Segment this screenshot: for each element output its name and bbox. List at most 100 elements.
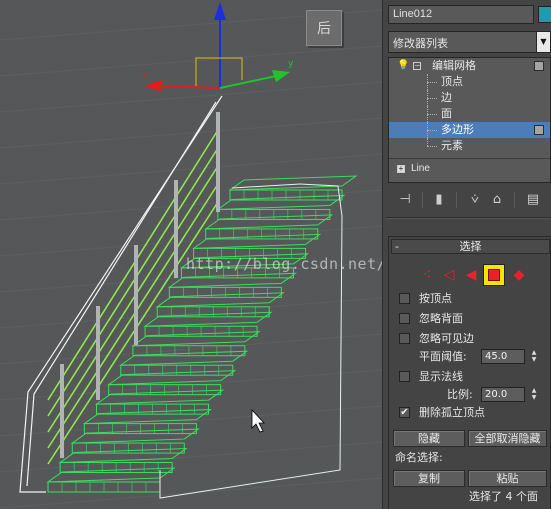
stack-item-toggle[interactable]: [534, 61, 544, 71]
subobject-level-icons: ⁖ ◁ ◀ ◆: [417, 262, 537, 288]
checkbox-box[interactable]: [399, 371, 410, 382]
copy-button[interactable]: 复制: [393, 470, 465, 487]
stack-item-edit-mesh[interactable]: 💡 − 编辑网格: [389, 58, 550, 74]
stair-tread: [46, 467, 176, 483]
ignore-visible-edges-checkbox[interactable]: 忽略可见边: [399, 331, 474, 347]
collapse-icon[interactable]: -: [395, 240, 399, 253]
face-icon[interactable]: ◀: [461, 265, 481, 285]
stack-subitem-label: 面: [441, 107, 452, 120]
checkbox-box[interactable]: [399, 333, 410, 344]
gizmo-y-label: y: [288, 59, 294, 69]
stair-tread: [58, 447, 188, 464]
glass-panel-line: [47, 147, 219, 417]
stack-item-label: 编辑网格: [432, 59, 476, 72]
make-unique-icon[interactable]: ⩒: [466, 191, 484, 209]
gizmo-z-arrow: [214, 2, 226, 20]
gizmo-x-label: x: [142, 71, 148, 81]
viewport-perspective[interactable]: x y http://blog.csdn.net/ 后: [0, 0, 382, 509]
panel-divider: [386, 217, 551, 219]
checkbox-box[interactable]: ✔: [399, 407, 410, 418]
stair-tread: [82, 409, 213, 425]
modifier-list-dropdown[interactable]: 修改器列表 ▼: [388, 31, 551, 53]
checkbox-box[interactable]: [399, 293, 410, 304]
object-name-row: Line012: [388, 5, 551, 25]
command-panel: Line012 修改器列表 ▼ 💡 − 编辑网格 顶点 边 面 多边形 元素 +…: [382, 0, 551, 509]
stair-tread: [204, 214, 334, 230]
stack-item-toggle[interactable]: [534, 125, 544, 135]
spinner-arrows-icon[interactable]: ▲ ▼: [529, 387, 539, 402]
show-end-result-icon[interactable]: ▮: [430, 191, 448, 209]
planar-threshold-label: 平面阈值:: [419, 350, 467, 363]
stair-tread: [70, 428, 200, 444]
stack-divider: [389, 158, 550, 159]
stair-tread: [143, 311, 273, 327]
unhide-all-button[interactable]: 全部取消隐藏: [468, 430, 547, 447]
grid-line: [0, 45, 382, 77]
grid-line: [0, 153, 382, 185]
stack-subitem-edge[interactable]: 边: [389, 90, 550, 106]
viewcube-label: 后: [317, 21, 331, 37]
gizmo-y-axis: [219, 75, 277, 89]
stack-subitem-label: 顶点: [441, 75, 463, 88]
planar-threshold-row: 平面阈值: 45.0 ▲ ▼: [419, 348, 549, 365]
scale-label: 比例:: [447, 388, 473, 401]
object-name-field[interactable]: Line012: [388, 5, 534, 24]
show-normals-checkbox[interactable]: 显示法线: [399, 369, 463, 385]
paste-button[interactable]: 粘贴: [468, 470, 547, 487]
checkbox-label: 忽略背面: [419, 312, 463, 325]
delete-isolated-vertices-checkbox[interactable]: ✔ 删除孤立顶点: [399, 405, 485, 421]
by-vertex-checkbox[interactable]: 按顶点: [399, 291, 452, 307]
modifier-stack[interactable]: 💡 − 编辑网格 顶点 边 面 多边形 元素 + Line: [388, 57, 551, 183]
stack-subitem-face[interactable]: 面: [389, 106, 550, 122]
element-icon[interactable]: ◆: [509, 265, 529, 285]
object-color-swatch[interactable]: [538, 6, 551, 23]
watermark-text: http://blog.csdn.net/: [186, 255, 382, 273]
stack-item-line[interactable]: + Line: [389, 162, 550, 176]
edge-icon[interactable]: ◁: [439, 265, 459, 285]
lightbulb-icon[interactable]: 💡: [397, 58, 409, 74]
handrail: [26, 101, 217, 487]
glass-panel-line: [47, 183, 219, 449]
checkbox-box[interactable]: [399, 313, 410, 324]
stack-subitem-vertex[interactable]: 顶点: [389, 74, 550, 90]
spinner-arrows-icon[interactable]: ▲ ▼: [529, 349, 539, 364]
named-selections-label: 命名选择:: [395, 451, 443, 464]
planar-threshold-input[interactable]: 45.0: [481, 349, 525, 364]
configure-modifier-sets-icon[interactable]: ▤: [524, 191, 542, 209]
vertex-icon[interactable]: ⁖: [417, 265, 437, 285]
stack-subitem-label: 边: [441, 91, 452, 104]
selection-rollout-header[interactable]: - 选择: [391, 239, 550, 254]
stair-tread: [94, 389, 225, 405]
remove-modifier-icon[interactable]: ⌂: [488, 191, 506, 209]
gizmo-x-axis: [159, 85, 221, 89]
stair-tread: [155, 292, 285, 308]
gizmo-y-arrow: [272, 70, 290, 82]
chevron-down-icon[interactable]: ▼: [536, 32, 550, 52]
checkbox-label: 显示法线: [419, 370, 463, 383]
stack-subitem-polygon[interactable]: 多边形: [389, 122, 550, 138]
checkbox-label: 删除孤立顶点: [419, 406, 485, 419]
modifier-list-label: 修改器列表: [393, 37, 448, 50]
stair-tread: [228, 175, 358, 191]
stack-item-label: Line: [411, 163, 430, 174]
selection-rollout: - 选择 ⁖ ◁ ◀ ◆ 按顶点 忽略背面 忽略可见边 平面阈值: 45.0 ▲…: [388, 236, 551, 509]
stack-subitem-element[interactable]: 元素: [389, 138, 550, 154]
normal-scale-input[interactable]: 20.0: [481, 387, 525, 402]
handrail: [19, 95, 223, 493]
checkbox-label: 按顶点: [419, 292, 452, 305]
stair-tread: [191, 233, 322, 249]
stack-subitem-label: 多边形: [441, 123, 474, 136]
gizmo-x-arrow: [144, 80, 162, 92]
hide-button[interactable]: 隐藏: [393, 430, 465, 447]
viewcube[interactable]: 后: [306, 10, 342, 46]
pin-stack-icon[interactable]: ⊣: [396, 191, 414, 209]
selection-status: 选择了 4 个面: [469, 490, 538, 503]
mouse-cursor-icon: [251, 408, 265, 433]
stair-tread: [167, 272, 297, 288]
collapse-icon[interactable]: −: [413, 62, 421, 70]
ignore-backfacing-checkbox[interactable]: 忽略背面: [399, 311, 463, 327]
expand-icon[interactable]: +: [397, 165, 405, 173]
polygon-icon[interactable]: [483, 264, 505, 286]
rollout-title: 选择: [459, 240, 482, 253]
glass-panel-line: [47, 201, 219, 465]
